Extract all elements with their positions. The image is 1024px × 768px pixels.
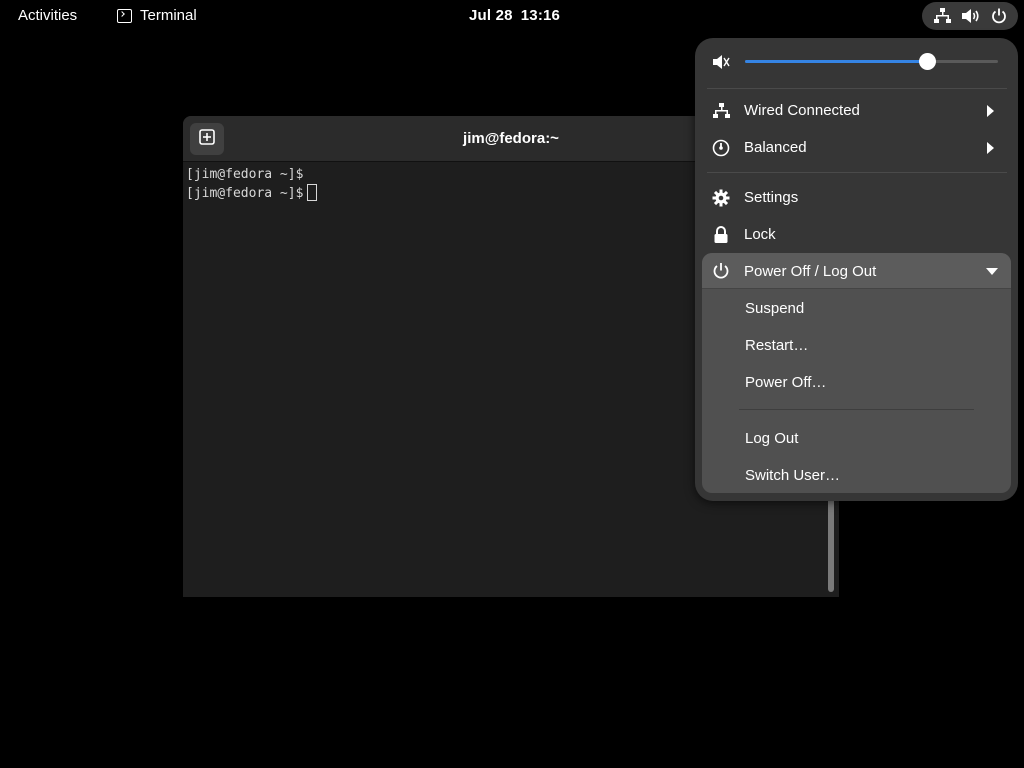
menu-separator [707,172,1007,173]
settings-row[interactable]: Settings [695,179,1018,216]
power-off-submenu: Power Off / Log Out Suspend Restart… Pow… [702,253,1011,493]
switch-user-item[interactable]: Switch User… [745,467,840,484]
clock-button[interactable]: Jul 28 13:16 [469,7,568,24]
power-mode-row[interactable]: Balanced [695,129,1018,166]
power-off-logout-label: Power Off / Log Out [744,263,877,280]
terminal-cursor [307,184,318,201]
volume-row [695,43,1018,80]
volume-muted-icon[interactable] [712,53,730,71]
network-label: Wired Connected [744,102,860,119]
clock-date: Jul 28 [469,7,513,24]
network-wired-icon [712,102,730,120]
lock-row[interactable]: Lock [695,216,1018,253]
lock-icon [712,226,730,244]
restart-item[interactable]: Restart… [745,337,808,354]
system-status-area[interactable] [922,2,1018,30]
volume-slider-handle[interactable] [919,53,936,70]
settings-label: Settings [744,189,799,206]
app-menu-label: Terminal [140,7,197,24]
gear-icon [712,189,730,207]
power-off-logout-row[interactable]: Power Off / Log Out [702,253,1011,289]
terminal-line: [jim@fedora ~]$ [186,186,304,201]
chevron-down-icon [986,268,998,275]
chevron-right-icon [987,142,994,154]
network-row[interactable]: Wired Connected [695,92,1018,129]
chevron-right-icon [987,105,994,117]
log-out-item[interactable]: Log Out [745,430,798,447]
app-menu-button[interactable]: Terminal [117,7,197,24]
menu-separator [739,409,974,410]
power-mode-label: Balanced [744,139,807,156]
suspend-item[interactable]: Suspend [745,300,804,317]
menu-separator [707,88,1007,89]
network-wired-icon [933,8,951,24]
volume-slider[interactable] [745,53,998,70]
power-icon [991,8,1007,24]
top-bar: Activities Terminal Jul 28 13:16 [0,0,1024,32]
activities-button[interactable]: Activities [18,7,77,24]
lock-label: Lock [744,226,776,243]
terminal-icon [117,8,132,23]
power-mode-icon [712,139,730,157]
clock-time: 13:16 [520,7,561,24]
power-off-item[interactable]: Power Off… [745,374,826,391]
volume-slider-fill [745,60,927,63]
quick-settings-menu: Wired Connected Balanced Settings Lock P… [695,38,1018,501]
power-icon [712,262,730,285]
volume-icon [961,8,980,24]
terminal-scrollbar[interactable] [828,496,834,592]
